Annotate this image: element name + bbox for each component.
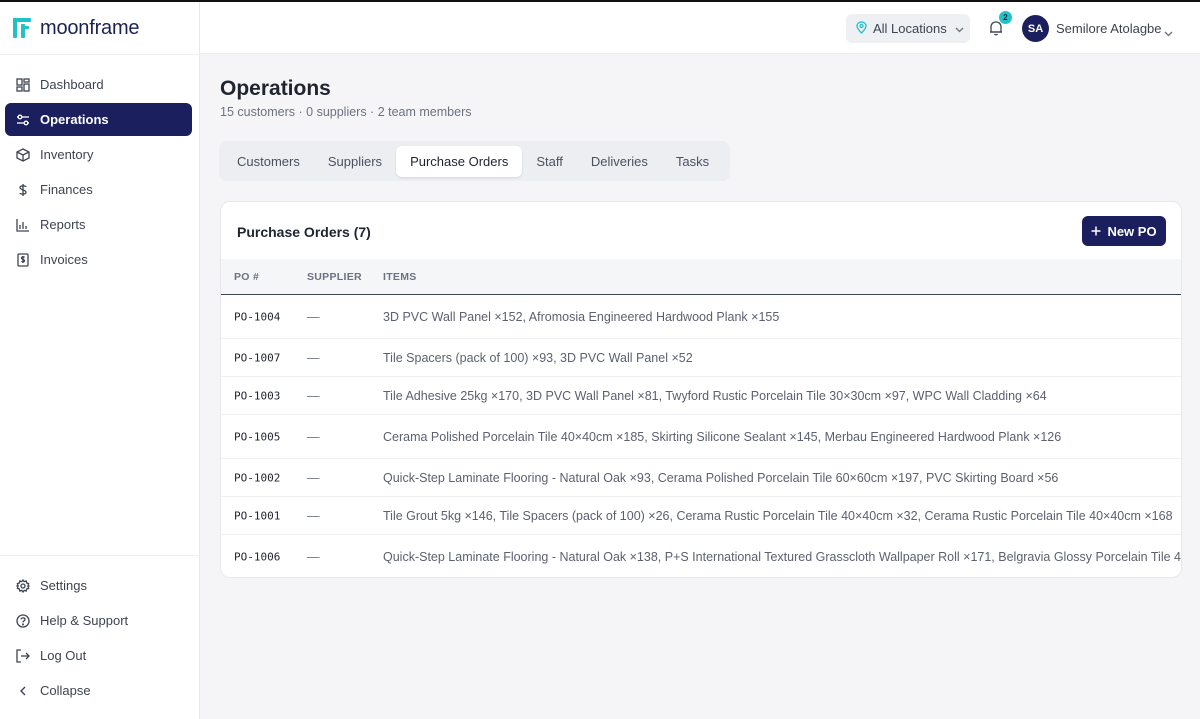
sidebar-item-label: Operations bbox=[40, 112, 109, 127]
table-row[interactable]: PO-1005 — Cerama Polished Porcelain Tile… bbox=[221, 415, 1181, 459]
tab-purchase-orders[interactable]: Purchase Orders bbox=[396, 145, 523, 177]
po-number: PO-1001 bbox=[234, 509, 281, 522]
sidebar-item-reports[interactable]: Reports bbox=[5, 208, 192, 241]
tab-suppliers[interactable]: Suppliers bbox=[314, 146, 396, 177]
supplier-cell: — bbox=[307, 550, 320, 564]
table-row[interactable]: PO-1003 — Tile Adhesive 25kg ×170, 3D PV… bbox=[221, 377, 1181, 415]
po-number: PO-1005 bbox=[234, 430, 281, 443]
user-name[interactable]: Semilore Atolagbe bbox=[1056, 21, 1162, 36]
page-title: Operations bbox=[220, 77, 331, 100]
logout-icon bbox=[16, 648, 30, 663]
sidebar-item-settings[interactable]: Settings bbox=[5, 569, 192, 602]
table-header: PO # SUPPLIER ITEMS bbox=[221, 259, 1181, 295]
page-subtitle: 15 customers · 0 suppliers · 2 team memb… bbox=[220, 105, 472, 119]
plus-icon bbox=[1091, 224, 1101, 239]
table-body: PO-1004 — 3D PVC Wall Panel ×152, Afromo… bbox=[221, 295, 1182, 577]
supplier-cell: — bbox=[307, 388, 320, 403]
sidebar-item-invoices[interactable]: Invoices bbox=[5, 243, 192, 276]
items-cell: Quick-Step Laminate Flooring - Natural O… bbox=[383, 550, 1182, 564]
sidebar: moonframe Dashboard Operations Inventory bbox=[0, 0, 200, 719]
table-row[interactable]: PO-1006 — Quick-Step Laminate Flooring -… bbox=[221, 535, 1182, 577]
new-po-button[interactable]: New PO bbox=[1082, 216, 1166, 246]
chevron-left-icon bbox=[16, 684, 30, 698]
sidebar-item-label: Collapse bbox=[40, 683, 91, 698]
avatar[interactable]: SA bbox=[1022, 15, 1049, 42]
sidebar-item-label: Finances bbox=[40, 182, 93, 197]
sidebar-item-logout[interactable]: Log Out bbox=[5, 639, 192, 672]
tab-customers[interactable]: Customers bbox=[223, 146, 314, 177]
items-cell: Quick-Step Laminate Flooring - Natural O… bbox=[383, 470, 1059, 485]
supplier-cell: — bbox=[307, 350, 320, 365]
tab-tasks[interactable]: Tasks bbox=[662, 146, 723, 177]
sidebar-item-label: Settings bbox=[40, 578, 87, 593]
sidebar-item-finances[interactable]: Finances bbox=[5, 173, 192, 206]
brand-logo[interactable]: moonframe bbox=[12, 14, 140, 42]
tab-staff[interactable]: Staff bbox=[522, 146, 577, 177]
po-number: PO-1006 bbox=[234, 550, 281, 564]
map-pin-icon bbox=[856, 20, 867, 37]
supplier-cell: — bbox=[307, 508, 320, 523]
sidebar-item-operations[interactable]: Operations bbox=[5, 103, 192, 136]
location-selector[interactable]: All Locations bbox=[846, 14, 970, 43]
table-row[interactable]: PO-1002 — Quick-Step Laminate Flooring -… bbox=[221, 459, 1181, 497]
table-row[interactable]: PO-1001 — Tile Grout 5kg ×146, Tile Spac… bbox=[221, 497, 1181, 535]
sidebar-item-label: Help & Support bbox=[40, 613, 129, 628]
po-number: PO-1002 bbox=[234, 471, 281, 484]
brand-name: moonframe bbox=[40, 16, 140, 39]
notification-badge: 2 bbox=[999, 11, 1012, 24]
sidebar-item-label: Inventory bbox=[40, 147, 94, 162]
help-icon bbox=[16, 613, 30, 628]
chevron-down-icon bbox=[955, 21, 964, 36]
sidebar-nav: Dashboard Operations Inventory Finances … bbox=[5, 68, 192, 278]
sidebar-item-collapse[interactable]: Collapse bbox=[5, 674, 192, 707]
invoice-icon bbox=[16, 252, 30, 267]
table-row[interactable]: PO-1004 — 3D PVC Wall Panel ×152, Afromo… bbox=[221, 295, 1181, 339]
column-header-po[interactable]: PO # bbox=[234, 271, 259, 283]
sidebar-item-label: Log Out bbox=[40, 648, 87, 663]
tab-bar: Customers Suppliers Purchase Orders Staf… bbox=[219, 141, 730, 181]
divider bbox=[0, 54, 200, 55]
divider bbox=[0, 555, 200, 556]
gear-icon bbox=[16, 578, 30, 593]
box-icon bbox=[16, 147, 30, 162]
window-top-border bbox=[0, 0, 1200, 2]
tab-deliveries[interactable]: Deliveries bbox=[577, 146, 662, 177]
column-header-items[interactable]: ITEMS bbox=[383, 271, 417, 283]
sliders-icon bbox=[16, 113, 30, 127]
location-label: All Locations bbox=[873, 21, 947, 36]
sidebar-item-inventory[interactable]: Inventory bbox=[5, 138, 192, 171]
moonframe-logo-icon bbox=[13, 18, 31, 38]
card-title: Purchase Orders (7) bbox=[237, 224, 371, 240]
sidebar-item-label: Invoices bbox=[40, 252, 88, 267]
chevron-down-icon[interactable] bbox=[1164, 24, 1173, 42]
purchase-orders-card: Purchase Orders (7) New PO PO # SUPPLIER… bbox=[220, 201, 1182, 578]
sidebar-item-label: Reports bbox=[40, 217, 86, 232]
items-cell: 3D PVC Wall Panel ×152, Afromosia Engine… bbox=[383, 309, 780, 324]
items-cell: Cerama Polished Porcelain Tile 40×40cm ×… bbox=[383, 429, 1062, 444]
po-number: PO-1007 bbox=[234, 351, 281, 364]
column-header-supplier[interactable]: SUPPLIER bbox=[307, 271, 362, 283]
supplier-cell: — bbox=[307, 429, 320, 444]
sidebar-item-dashboard[interactable]: Dashboard bbox=[5, 68, 192, 101]
dashboard-icon bbox=[16, 77, 30, 92]
items-cell: Tile Grout 5kg ×146, Tile Spacers (pack … bbox=[383, 508, 1173, 523]
dollar-icon bbox=[16, 183, 30, 197]
top-header: All Locations 2 SA Semilore Atolagbe bbox=[200, 2, 1200, 54]
items-cell: Tile Spacers (pack of 100) ×93, 3D PVC W… bbox=[383, 350, 693, 365]
table-row[interactable]: PO-1007 — Tile Spacers (pack of 100) ×93… bbox=[221, 339, 1181, 377]
supplier-cell: — bbox=[307, 309, 320, 324]
sidebar-bottom-nav: Settings Help & Support Log Out Collapse bbox=[5, 569, 192, 709]
sidebar-item-help[interactable]: Help & Support bbox=[5, 604, 192, 637]
items-cell: Tile Adhesive 25kg ×170, 3D PVC Wall Pan… bbox=[383, 388, 1047, 403]
sidebar-item-label: Dashboard bbox=[40, 77, 104, 92]
po-number: PO-1003 bbox=[234, 389, 281, 402]
supplier-cell: — bbox=[307, 470, 320, 485]
new-po-label: New PO bbox=[1107, 223, 1157, 239]
po-number: PO-1004 bbox=[234, 310, 281, 323]
bar-chart-icon bbox=[16, 218, 30, 232]
